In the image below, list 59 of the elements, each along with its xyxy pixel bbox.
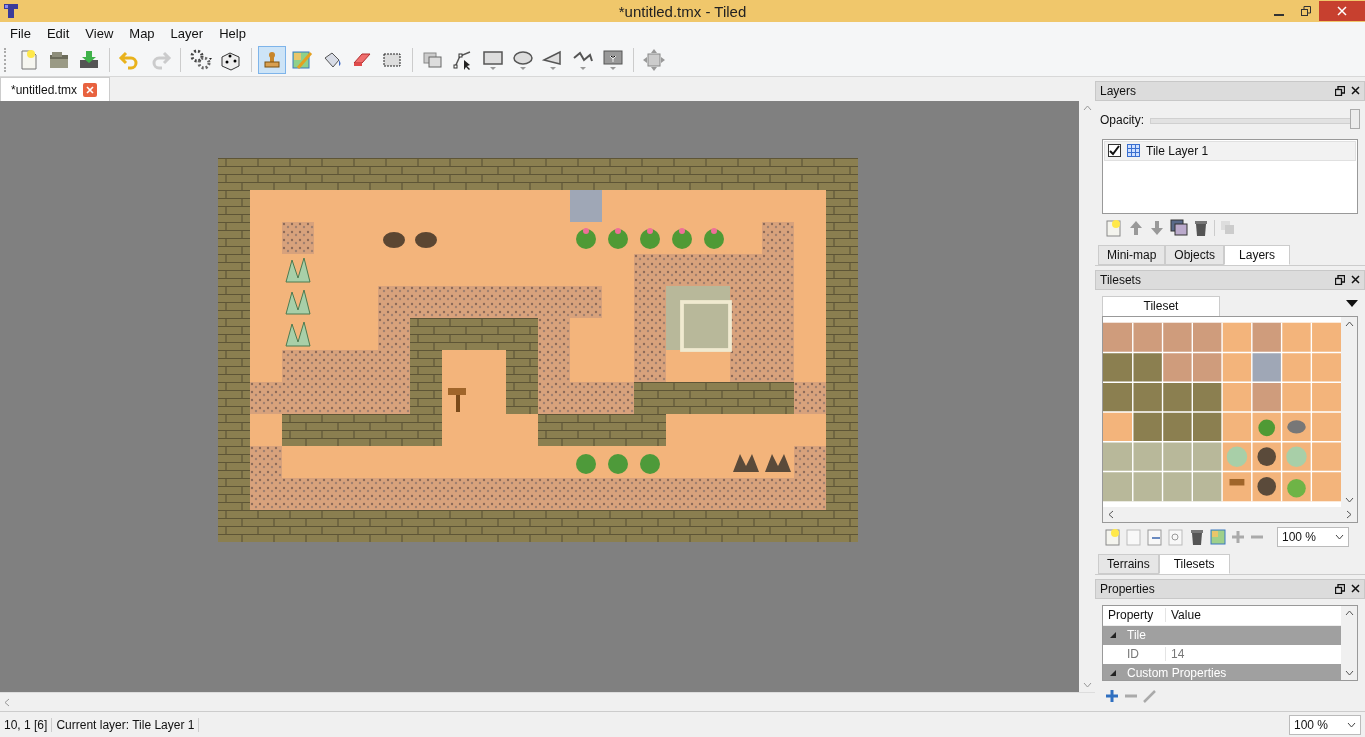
magnifier-icon[interactable] [1168, 528, 1184, 547]
panel-tab[interactable]: Objects [1165, 245, 1225, 265]
new-tileset-icon[interactable] [1105, 528, 1121, 547]
menu-item[interactable]: Help [211, 25, 254, 41]
dropdown-icon[interactable] [1346, 299, 1358, 308]
plus-icon[interactable] [1105, 689, 1119, 704]
panel-tab[interactable]: Layers [1224, 245, 1291, 265]
restore-icon[interactable] [1300, 6, 1311, 16]
property-name: ID [1103, 647, 1166, 662]
close-icon[interactable] [1351, 85, 1360, 95]
layer-name: Tile Layer 1 [1146, 143, 1209, 158]
property-value: 14 [1170, 647, 1186, 662]
duplicate-icon[interactable] [1170, 219, 1188, 238]
scroll-right-icon[interactable] [1346, 509, 1352, 519]
column-header[interactable]: Property [1103, 608, 1166, 623]
trash-icon[interactable] [1189, 528, 1205, 547]
group-label: Tile [1127, 628, 1146, 643]
panel-tab[interactable]: Terrains [1098, 554, 1159, 574]
app-logo-icon [3, 3, 19, 19]
menu-item[interactable]: Layer [162, 25, 212, 41]
menu-item[interactable]: Map [121, 25, 163, 41]
current-layer-label: Current layer: Tile Layer 1 [52, 717, 200, 732]
menu-item[interactable]: File [2, 25, 39, 41]
close-icon[interactable] [1351, 583, 1360, 593]
scroll-up-icon[interactable] [1344, 320, 1354, 327]
scroll-down-icon[interactable] [1344, 496, 1354, 503]
close-icon[interactable] [1351, 274, 1360, 284]
zoom-dropdown[interactable]: 100 % [1289, 714, 1361, 735]
float-icon[interactable] [1335, 274, 1345, 285]
panel-title: Layers [1100, 83, 1137, 98]
checkbox[interactable] [1108, 144, 1121, 158]
panel-tab[interactable]: Tilesets [1158, 554, 1230, 574]
tileset-tab[interactable]: Tileset [1102, 295, 1220, 316]
expand-arrow-icon[interactable] [1109, 669, 1117, 678]
cursor-position: 10, 1 [6] [0, 717, 53, 732]
zoom-dropdown[interactable]: 100 % [1277, 527, 1349, 548]
float-icon[interactable] [1335, 85, 1345, 96]
chevron-down-icon [1347, 721, 1356, 728]
menu-item[interactable]: View [77, 25, 122, 41]
scroll-left-icon[interactable] [1108, 509, 1114, 519]
panel-title: Tilesets [1100, 272, 1141, 287]
grid-icon [1127, 144, 1140, 158]
column-header[interactable]: Value [1166, 608, 1206, 623]
group-label: Custom Properties [1127, 666, 1227, 681]
stamp-icon[interactable] [258, 46, 286, 74]
document-tab[interactable]: *untitled.tmx [0, 77, 111, 101]
menu-item[interactable]: Edit [38, 25, 78, 41]
opacity-slider[interactable] [1150, 108, 1360, 131]
float-icon[interactable] [1335, 583, 1345, 594]
expand-arrow-icon[interactable] [1109, 631, 1117, 640]
window-title: *untitled.tmx - Tiled [618, 2, 747, 20]
panel-title: Properties [1100, 581, 1155, 596]
trash-icon[interactable] [1193, 219, 1209, 238]
layer-row[interactable]: Tile Layer 1 [1104, 140, 1356, 161]
panel-tab[interactable]: Mini-map [1098, 245, 1166, 265]
scroll-down-icon[interactable] [1344, 670, 1354, 677]
opacity-label: Opacity: [1100, 112, 1144, 127]
chevron-down-icon [1335, 534, 1344, 541]
scroll-up-icon[interactable] [1344, 609, 1354, 616]
